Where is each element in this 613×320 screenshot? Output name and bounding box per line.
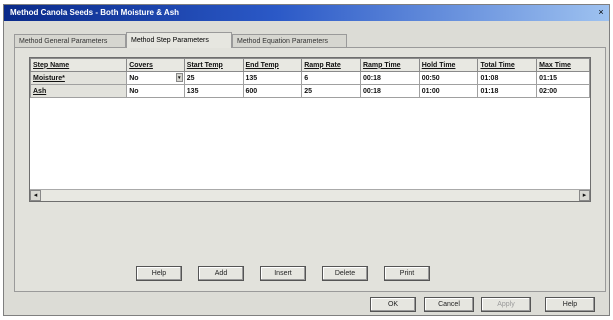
tab-general-parameters[interactable]: Method General Parameters [14,34,126,47]
total-time-cell[interactable]: 01:08 [477,71,538,85]
close-icon[interactable]: × [595,7,607,18]
step-help-button[interactable]: Help [136,266,182,281]
delete-step-button[interactable]: Delete [322,266,368,281]
print-button[interactable]: Print [384,266,430,281]
column-header[interactable]: Max Time [536,58,590,72]
ok-button[interactable]: OK [370,297,416,312]
ramp-rate-cell[interactable]: 6 [301,71,361,85]
end-temp-cell[interactable]: 135 [242,71,303,85]
horizontal-scrollbar[interactable]: ◂ ▸ [30,189,590,201]
tab-step-parameters[interactable]: Method Step Parameters [126,32,232,48]
header-row: Step Name Covers Start Temp End Temp Ram… [29,58,590,72]
end-temp-cell[interactable]: 600 [242,84,303,98]
column-header[interactable]: Covers [126,58,185,72]
ramp-time-cell[interactable]: 00:18 [359,71,420,85]
method-dialog: Method Canola Seeds - Both Moisture & As… [3,4,610,316]
scroll-left-icon[interactable]: ◂ [30,190,41,201]
covers-cell[interactable]: No ▾ [126,71,185,85]
column-header[interactable]: Start Temp [183,58,244,72]
tab-equation-parameters[interactable]: Method Equation Parameters [232,34,347,47]
dropdown-arrow-icon[interactable]: ▾ [175,73,183,82]
cancel-button[interactable]: Cancel [424,297,474,312]
step-name-cell[interactable]: Moisture* [29,71,128,85]
column-header[interactable]: Ramp Rate [301,58,361,72]
max-time-cell[interactable]: 01:15 [536,71,590,85]
hold-time-cell[interactable]: 01:00 [418,84,479,98]
add-step-button[interactable]: Add [198,266,244,281]
column-header[interactable]: Hold Time [418,58,479,72]
step-name-cell[interactable]: Ash [29,84,128,98]
total-time-cell[interactable]: 01:18 [477,84,538,98]
start-temp-cell[interactable]: 25 [183,71,244,85]
scroll-right-icon[interactable]: ▸ [579,190,590,201]
column-header[interactable]: End Temp [242,58,303,72]
column-header[interactable]: Total Time [477,58,538,72]
max-time-cell[interactable]: 02:00 [536,84,590,98]
covers-cell[interactable]: No [126,84,185,98]
table-row[interactable]: Ash No 135 600 25 00:18 01:00 01:18 02:0… [29,84,590,98]
title-bar: Method Canola Seeds - Both Moisture & As… [4,5,609,21]
column-header[interactable]: Step Name [29,58,128,72]
hold-time-cell[interactable]: 00:50 [418,71,479,85]
start-temp-cell[interactable]: 135 [183,84,244,98]
window-title: Method Canola Seeds - Both Moisture & As… [10,8,180,17]
ramp-time-cell[interactable]: 00:18 [359,84,420,98]
column-header[interactable]: Ramp Time [359,58,420,72]
help-button[interactable]: Help [545,297,595,312]
table-row[interactable]: Moisture* No ▾ 25 135 6 00:18 00:50 01:08… [29,71,590,85]
steps-table: Step Name Covers Start Temp End Temp Ram… [29,58,590,98]
insert-step-button[interactable]: Insert [260,266,306,281]
ramp-rate-cell[interactable]: 25 [301,84,361,98]
covers-value: No [129,74,139,82]
apply-button[interactable]: Apply [481,297,531,312]
steps-grid: Step Name Covers Start Temp End Temp Ram… [29,57,591,202]
step-parameters-panel: Step Name Covers Start Temp End Temp Ram… [14,47,606,292]
